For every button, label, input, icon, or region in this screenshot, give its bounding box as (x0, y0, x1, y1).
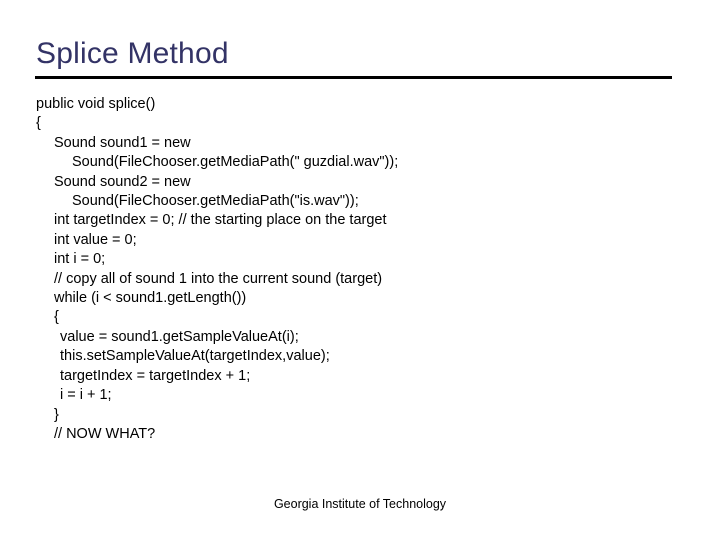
code-line: targetIndex = targetIndex + 1; (60, 367, 251, 384)
code-line: while (i < sound1.getLength()) (54, 290, 247, 307)
code-line: this.setSampleValueAt(targetIndex,value)… (60, 348, 330, 365)
title-underline-rule (35, 76, 672, 79)
code-line: public void splice() (36, 96, 156, 112)
code-line: { (54, 309, 59, 326)
code-line: int targetIndex = 0; // the starting pla… (54, 212, 387, 229)
code-block: public void splice() { Sound sound1 = new S… (36, 95, 684, 444)
code-line: { (36, 115, 41, 132)
slide: Splice Method public void splice() { Sound… (0, 0, 720, 540)
page-title: Splice Method (36, 37, 229, 70)
code-line: // NOW WHAT? (54, 425, 156, 442)
footer-text: Georgia Institute of Technology (273, 497, 447, 511)
code-line: Sound(FileChooser.getMediaPath("is.wav")… (72, 193, 359, 210)
code-line: i = i + 1; (60, 387, 112, 404)
code-line: Sound(FileChooser.getMediaPath(" guzdial… (72, 154, 399, 171)
code-line: int i = 0; (54, 251, 106, 268)
code-line: // copy all of sound 1 into the current … (54, 270, 383, 287)
code-line: Sound sound1 = new (54, 134, 191, 151)
code-line: int value = 0; (54, 231, 137, 248)
code-line: } (54, 406, 59, 423)
code-line: Sound sound2 = new (54, 173, 191, 190)
code-line: value = sound1.getSampleValueAt(i); (60, 328, 299, 345)
